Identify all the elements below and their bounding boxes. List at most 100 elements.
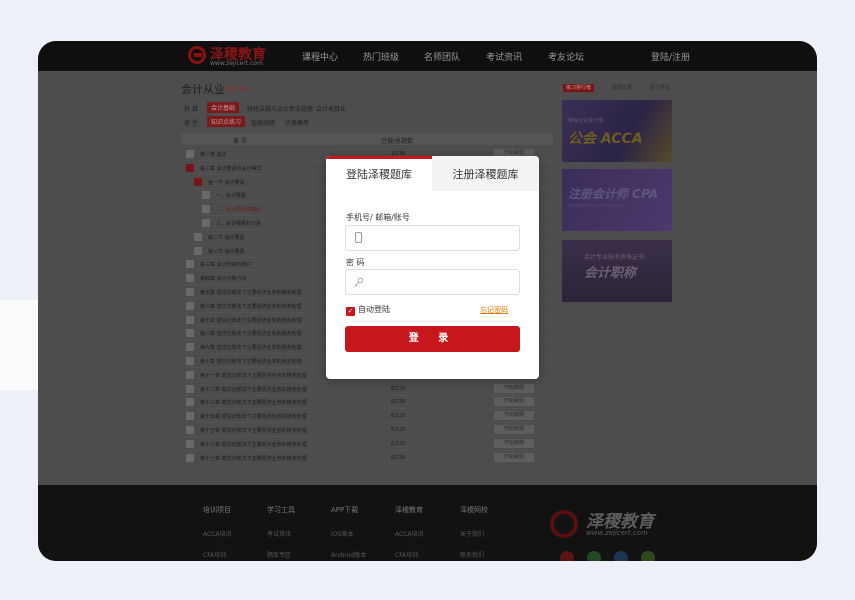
tab-login[interactable]: 登陆泽稷题库 xyxy=(326,156,432,191)
start-practice-button[interactable]: 开始做题 xyxy=(494,438,534,448)
subject-label: 科 目 xyxy=(184,106,198,113)
nav-hot-classes[interactable]: 热门班级 xyxy=(363,50,399,63)
footer-link[interactable]: iOS版本 xyxy=(331,529,366,538)
banner-kjzc[interactable]: 会计专业技术资格证书 会计职称 xyxy=(562,240,672,302)
start-practice-button[interactable]: 开始做题 xyxy=(494,411,534,421)
modal-tabs: 登陆泽稷题库 注册泽稷题库 xyxy=(326,156,539,191)
nav-forum[interactable]: 考友论坛 xyxy=(548,50,584,63)
nav-course-center[interactable]: 课程中心 xyxy=(302,50,338,63)
expand-toggle-icon[interactable] xyxy=(186,150,194,158)
account-label: 手机号/ 邮箱/账号 xyxy=(346,213,410,222)
side-tab-errors[interactable]: 错题记录 xyxy=(612,84,632,91)
expand-toggle-icon[interactable] xyxy=(186,329,194,338)
subject-option-law[interactable]: 财经法规与会计职业道德 xyxy=(247,104,313,113)
expand-toggle-icon[interactable] xyxy=(186,274,194,283)
password-field[interactable] xyxy=(345,269,520,295)
logo-url: www.zejicert.com xyxy=(210,60,263,67)
start-practice-button[interactable]: 开始做题 xyxy=(494,425,534,434)
expand-toggle-icon[interactable] xyxy=(186,412,194,421)
row-title: 一、会计要素 xyxy=(216,193,247,200)
type-filter: 类 型 知识点练习 智能组题 仿真模考 xyxy=(181,116,481,128)
account-field[interactable] xyxy=(345,225,520,251)
app-icon[interactable] xyxy=(641,551,655,561)
table-row[interactable]: 第十二章 借贷记账法下主要经济业务的账务处理 6/120 开始做题 xyxy=(181,382,553,396)
start-practice-button[interactable]: 开始做题 xyxy=(494,383,534,393)
footer-link[interactable]: CFA培训 xyxy=(395,550,423,559)
banner-kjzc-caption: 会计职称 xyxy=(584,266,637,281)
site-logo[interactable]: 泽稷教育 www.zejicert.com xyxy=(188,44,266,68)
row-title: 第四章 会计记账方法 xyxy=(200,276,247,283)
footer-link[interactable]: 考试资讯 xyxy=(267,529,295,538)
table-row[interactable]: 第十四章 借贷记账法下主要经济业务的账务处理 6/120 开始做题 xyxy=(181,409,553,424)
expand-toggle-icon[interactable] xyxy=(186,426,194,434)
wechat-icon[interactable] xyxy=(587,551,601,561)
footer-col-training: 培训项目 ACCA培训 CFA培训 xyxy=(203,506,232,559)
switch-subject-link[interactable]: 切换学科 xyxy=(226,84,250,93)
password-label: 密 码 xyxy=(346,258,365,267)
footer-col-tools: 学习工具 考试资讯 题库专区 xyxy=(267,506,295,559)
forgot-password-link[interactable]: 忘记密码 xyxy=(480,305,508,315)
banner-acca[interactable]: 特许公认会计师 公会 ACCA xyxy=(562,100,672,162)
expand-toggle-icon[interactable] xyxy=(186,439,194,448)
table-row[interactable]: 第十六章 借贷记账法下主要经济业务的账务处理 6/120 开始做题 xyxy=(181,437,553,451)
start-practice-button[interactable]: 开始做题 xyxy=(494,397,534,407)
expand-toggle-icon[interactable] xyxy=(202,191,210,200)
footer-link[interactable]: 联系我们 xyxy=(460,550,488,559)
row-title: 第六章 借贷记账法下主要经济业务的账务处理 xyxy=(200,303,302,310)
table-row[interactable]: 第十七章 借贷记账法下主要经济业务的账务处理 6/120 开始做题 xyxy=(181,451,553,465)
qq-icon[interactable] xyxy=(614,551,628,561)
side-tab-ranking[interactable]: 练习排行榜 xyxy=(563,84,595,92)
footer-link[interactable]: ACCA培训 xyxy=(395,529,423,538)
footer-link[interactable]: CFA培训 xyxy=(203,550,231,559)
expand-toggle-icon[interactable] xyxy=(186,398,194,407)
expand-toggle-icon[interactable] xyxy=(186,453,194,462)
expand-toggle-icon[interactable] xyxy=(194,246,202,255)
subject-option-computerized[interactable]: 会计电算化 xyxy=(316,104,346,113)
expand-toggle-icon[interactable] xyxy=(186,343,194,352)
expand-toggle-icon[interactable] xyxy=(186,370,194,379)
expand-toggle-icon[interactable] xyxy=(202,219,210,227)
footer-link[interactable]: 题库专区 xyxy=(267,550,295,559)
expand-toggle-icon[interactable] xyxy=(186,288,194,296)
side-tab-assessment[interactable]: 能力评估 xyxy=(650,84,670,91)
remember-checkbox-icon[interactable]: ✓ xyxy=(346,307,355,316)
expand-toggle-icon[interactable] xyxy=(186,301,194,310)
table-row[interactable]: 第十三章 借贷记账法下主要经济业务的账务处理 6/120 开始做题 xyxy=(181,395,553,410)
row-progress: 6/120 xyxy=(391,454,406,461)
row-title: 第十二章 借贷记账法下主要经济业务的账务处理 xyxy=(200,386,307,393)
row-title: 第十五章 借贷记账法下主要经济业务的账务处理 xyxy=(200,428,307,434)
row-progress: 6/120 xyxy=(391,399,406,406)
row-title: 第五章 借贷记账法下主要经济业务的账务处理 xyxy=(200,290,302,296)
nav-teachers[interactable]: 名师团队 xyxy=(424,50,460,63)
expand-toggle-icon[interactable] xyxy=(194,232,202,241)
footer-link[interactable]: 关于我们 xyxy=(460,529,488,538)
start-practice-button[interactable]: 开始做题 xyxy=(494,452,534,462)
type-option-mock[interactable]: 仿真模考 xyxy=(285,118,309,127)
collapse-toggle-icon[interactable] xyxy=(194,177,202,186)
type-option-smart[interactable]: 智能组题 xyxy=(251,118,275,127)
row-progress: 6/120 xyxy=(391,385,406,392)
login-register-link[interactable]: 登陆/注册 xyxy=(651,50,690,63)
subject-option-basics[interactable]: 会计基础 xyxy=(207,102,240,113)
banner-cpa[interactable]: 注册会计师 CPA Certified Public Accountant xyxy=(562,169,672,231)
expand-toggle-icon[interactable] xyxy=(186,315,194,324)
login-button[interactable]: 登 录 xyxy=(345,326,520,352)
footer-logo: 泽稷教育 www.zejicert.com xyxy=(550,507,670,538)
footer-link[interactable]: Android版本 xyxy=(331,550,366,559)
remember-me[interactable]: ✓ 自动登陆 xyxy=(346,304,390,316)
chapter-table-header: 章 节 已做/总题数 xyxy=(181,133,553,145)
table-row[interactable]: 第十五章 借贷记账法下主要经济业务的账务处理 6/120 开始做题 xyxy=(181,423,553,437)
expand-toggle-icon[interactable] xyxy=(202,205,210,214)
collapse-toggle-icon[interactable] xyxy=(186,163,194,172)
type-option-knowledge[interactable]: 知识点练习 xyxy=(207,116,246,127)
weibo-icon[interactable] xyxy=(560,551,574,561)
expand-toggle-icon[interactable] xyxy=(186,260,194,269)
site-footer: 培训项目 ACCA培训 CFA培训 学习工具 考试资讯 题库专区 APP下载 i… xyxy=(38,485,817,561)
expand-toggle-icon[interactable] xyxy=(186,384,194,393)
row-title: 第三节 会计要素 xyxy=(208,248,245,255)
header-progress: 已做/总题数 xyxy=(381,138,414,145)
nav-exam-news[interactable]: 考试资讯 xyxy=(486,50,522,63)
footer-link[interactable]: ACCA培训 xyxy=(203,529,231,538)
tab-register[interactable]: 注册泽稷题库 xyxy=(432,156,539,191)
expand-toggle-icon[interactable] xyxy=(186,357,194,365)
